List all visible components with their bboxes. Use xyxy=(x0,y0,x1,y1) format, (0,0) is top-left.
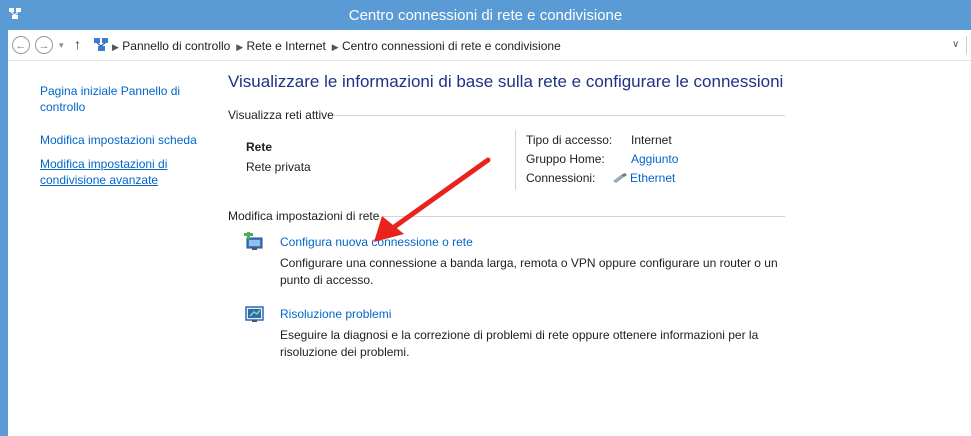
access-type-value: Internet xyxy=(631,133,672,147)
new-connection-icon xyxy=(244,230,266,255)
troubleshoot-description: risoluzione dei problemi. xyxy=(280,345,410,359)
network-divider xyxy=(515,130,516,190)
sidebar-link-label: condivisione avanzate xyxy=(40,173,159,187)
sidebar-link-label: Modifica impostazioni di xyxy=(40,157,168,171)
section-change-settings: Modifica impostazioni di rete xyxy=(228,209,380,223)
recent-locations-chevron-icon[interactable]: ▾ xyxy=(59,40,64,51)
ethernet-icon xyxy=(612,172,628,187)
setup-connection-description: punto di accesso. xyxy=(280,273,374,287)
troubleshoot-description: Eseguire la diagnosi e la correzione di … xyxy=(280,328,759,342)
window-title: Centro connessioni di rete e condivision… xyxy=(348,7,623,24)
red-arrow-annotation xyxy=(374,157,491,242)
setup-connection-description: Configurare una connessione a banda larg… xyxy=(280,256,778,270)
sidebar-link-label: Pagina iniziale Pannello di xyxy=(40,84,181,98)
sidebar-control-panel-home[interactable]: Pagina iniziale Pannello di controllo xyxy=(40,84,180,114)
homegroup-label: Gruppo Home: xyxy=(526,152,605,166)
sidebar-adapter-settings[interactable]: Modifica impostazioni scheda xyxy=(40,133,197,147)
breadcrumb-chevron-icon: ▶ xyxy=(112,42,119,52)
breadcrumb: ▶ Pannello di controllo ▶ Rete e Interne… xyxy=(112,39,561,53)
network-name: Rete xyxy=(246,140,273,154)
up-arrow-icon[interactable]: ↑ xyxy=(74,36,81,52)
search-box-edge[interactable] xyxy=(966,36,971,54)
breadcrumb-network-center[interactable]: Centro connessioni di rete e condivision… xyxy=(342,39,561,53)
back-icon[interactable]: ← xyxy=(12,36,30,54)
homegroup-link[interactable]: Aggiunto xyxy=(631,152,678,166)
breadcrumb-network-internet[interactable]: Rete e Internet xyxy=(246,39,325,53)
troubleshoot-icon xyxy=(245,306,265,327)
sidebar-link-label: controllo xyxy=(40,100,86,114)
address-dropdown-icon[interactable]: ∨ xyxy=(952,39,959,50)
access-type-label: Tipo di accesso: xyxy=(526,133,613,147)
breadcrumb-control-panel[interactable]: Pannello di controllo xyxy=(122,39,230,53)
troubleshoot-link[interactable]: Risoluzione problemi xyxy=(280,307,391,321)
section-divider xyxy=(333,115,785,116)
breadcrumb-chevron-icon: ▶ xyxy=(329,42,339,52)
breadcrumb-chevron-icon: ▶ xyxy=(233,42,244,52)
forward-icon[interactable]: → xyxy=(35,36,53,54)
network-icon xyxy=(93,37,109,56)
ethernet-connection-link[interactable]: Ethernet xyxy=(630,171,675,185)
window-left-border xyxy=(0,30,8,436)
address-bar: ← → ▾ ↑ ▶ Pannello di controllo ▶ Rete e… xyxy=(8,30,971,61)
page-title: Visualizzare le informazioni di base sul… xyxy=(228,72,784,91)
network-profile: Rete privata xyxy=(246,160,311,174)
title-bar: Centro connessioni di rete e condivision… xyxy=(0,0,971,30)
section-active-networks: Visualizza reti attive xyxy=(228,108,334,122)
connections-label: Connessioni: xyxy=(526,171,596,185)
sidebar-advanced-sharing[interactable]: Modifica impostazioni di condivisione av… xyxy=(40,157,167,187)
